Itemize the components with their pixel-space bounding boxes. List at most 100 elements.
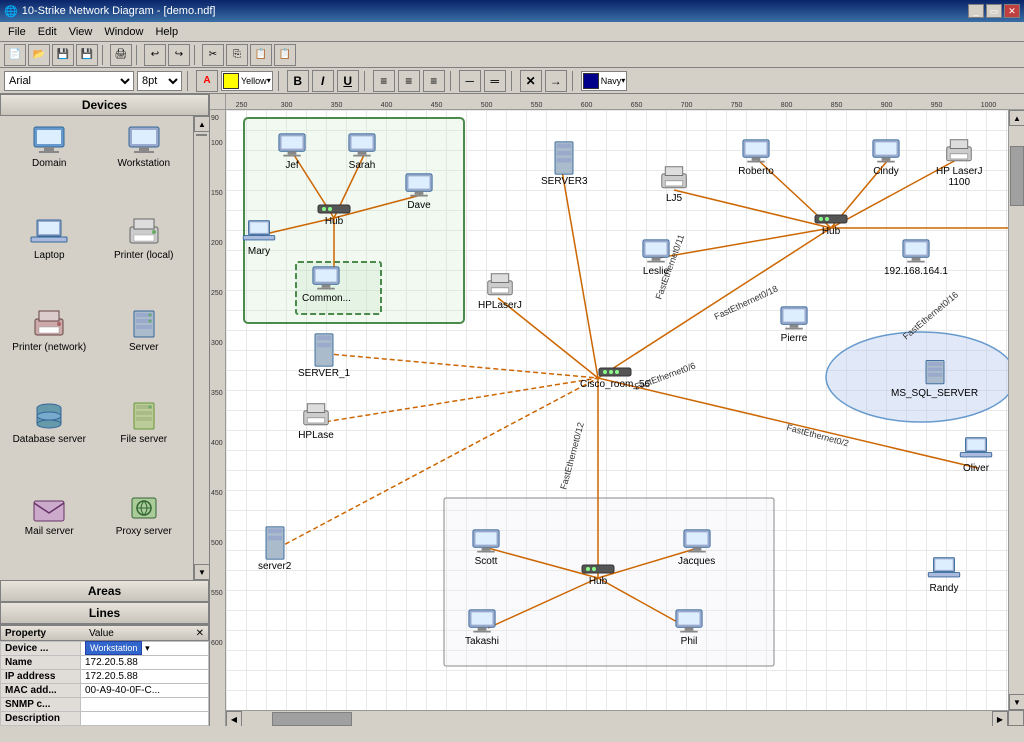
titlebar: 🌐 10-Strike Network Diagram - [demo.ndf]…: [0, 0, 1024, 22]
arrow-options-button[interactable]: →: [545, 70, 567, 92]
bold-button[interactable]: B: [287, 70, 309, 92]
redo-button[interactable]: ↪: [168, 44, 190, 66]
italic-button[interactable]: I: [312, 70, 334, 92]
fill-color-picker[interactable]: Yellow ▾: [221, 71, 273, 91]
device-workstation[interactable]: Workstation: [99, 120, 190, 208]
lines-header[interactable]: Lines: [0, 602, 209, 624]
prop-mac-value: 00-A9-40-0F-C...: [81, 684, 209, 698]
devices-scrollbar[interactable]: ▲ ▼: [193, 116, 209, 580]
save-button[interactable]: 💾: [52, 44, 74, 66]
underline-button[interactable]: U: [337, 70, 359, 92]
hscroll-right-button[interactable]: ▶: [992, 711, 1008, 726]
align-left-button[interactable]: ≡: [373, 70, 395, 92]
areas-header[interactable]: Areas: [0, 580, 209, 602]
prop-snmp-label: SNMP c...: [1, 698, 81, 712]
close-button[interactable]: ✕: [1004, 4, 1020, 18]
node-hub1[interactable]: Hub: [316, 202, 352, 227]
menu-window[interactable]: Window: [98, 24, 149, 40]
node-lj5[interactable]: LJ5: [656, 165, 692, 204]
node-sarah[interactable]: Sarah: [344, 132, 380, 171]
font-select[interactable]: Arial: [4, 71, 134, 91]
node-leslie[interactable]: Leslie: [638, 238, 674, 277]
device-printer-local[interactable]: Printer (local): [99, 212, 190, 300]
minimize-button[interactable]: _: [968, 4, 984, 18]
paste2-button[interactable]: 📋: [274, 44, 296, 66]
node-ip192[interactable]: 192.168.164.1: [884, 238, 948, 277]
scroll-up-button[interactable]: ▲: [194, 116, 209, 132]
new-button[interactable]: 📄: [4, 44, 26, 66]
node-hub2[interactable]: Hub: [813, 212, 849, 237]
text-color-picker[interactable]: Navy ▾: [581, 71, 628, 91]
node-ms-sql[interactable]: MS_SQL_SERVER: [891, 358, 978, 399]
devices-header[interactable]: Devices: [0, 94, 209, 116]
hscroll-thumb[interactable]: [272, 712, 352, 726]
node-server3[interactable]: SERVER3: [541, 140, 588, 187]
node-dave[interactable]: Dave: [401, 172, 437, 211]
device-type-dropdown[interactable]: ▾: [145, 643, 150, 653]
device-mailserver[interactable]: Mail server: [4, 488, 95, 576]
open-button[interactable]: 📂: [28, 44, 50, 66]
device-fileserver[interactable]: File server: [99, 396, 190, 484]
node-randy[interactable]: Randy: [926, 555, 962, 594]
menu-help[interactable]: Help: [149, 24, 184, 40]
paste-button[interactable]: 📋: [250, 44, 272, 66]
text-color-dropdown-icon: ▾: [621, 76, 625, 85]
menu-edit[interactable]: Edit: [32, 24, 63, 40]
vscroll-up-button[interactable]: ▲: [1009, 110, 1024, 126]
copy-button[interactable]: ⎘: [226, 44, 248, 66]
node-roberto[interactable]: Roberto: [738, 138, 774, 177]
menu-file[interactable]: File: [2, 24, 32, 40]
node-pierre[interactable]: Pierre: [776, 305, 812, 344]
saveas-button[interactable]: 💾: [76, 44, 98, 66]
device-proxyserver[interactable]: Proxy server: [99, 488, 190, 576]
node-server2[interactable]: server2: [258, 525, 291, 572]
device-server[interactable]: Server: [99, 304, 190, 392]
node-common[interactable]: Common...: [302, 265, 351, 304]
node-hub1-label: Hub: [325, 216, 343, 227]
menu-view[interactable]: View: [63, 24, 99, 40]
device-laptop[interactable]: Laptop: [4, 212, 95, 300]
node-hplase[interactable]: HPLase: [298, 402, 334, 441]
device-printer-network[interactable]: Printer (network): [4, 304, 95, 392]
node-server1[interactable]: SERVER_1: [298, 332, 350, 379]
node-cisco56[interactable]: Cisco_room_56: [580, 365, 650, 390]
undo-button[interactable]: ↩: [144, 44, 166, 66]
device-database[interactable]: Database server: [4, 396, 95, 484]
align-center-button[interactable]: ≡: [398, 70, 420, 92]
print-button[interactable]: 🖨: [110, 44, 132, 66]
hscroll-left-button[interactable]: ◀: [226, 711, 242, 726]
node-hp-laserj-1100[interactable]: HP LaserJ1100: [936, 138, 983, 188]
line-style2-button[interactable]: ═: [484, 70, 506, 92]
vscroll-down-button[interactable]: ▼: [1009, 694, 1024, 710]
node-oliver[interactable]: Oliver: [958, 435, 994, 474]
device-domain[interactable]: Domain: [4, 120, 95, 208]
prop-close-icon[interactable]: ✕: [196, 628, 204, 639]
node-cindy[interactable]: Cindy: [868, 138, 904, 177]
node-hp-laserj-label: HP LaserJ1100: [936, 166, 983, 188]
cut-button[interactable]: ✂: [202, 44, 224, 66]
align-right-button[interactable]: ≡: [423, 70, 445, 92]
node-server3-label: SERVER3: [541, 176, 588, 187]
vertical-scrollbar[interactable]: ▲ ▼: [1008, 110, 1024, 710]
canvas-diagram[interactable]: FastEthernet0/11 FastEthernet0/6 FastEth…: [226, 110, 1024, 726]
canvas-area[interactable]: 250 300 350 400 450 500 550 600 650 700 …: [210, 94, 1024, 726]
node-mary[interactable]: Mary: [241, 218, 277, 257]
node-scott[interactable]: Scott: [468, 528, 504, 567]
restore-button[interactable]: ▭: [986, 4, 1002, 18]
horizontal-scrollbar[interactable]: ◀ ▶: [226, 710, 1008, 726]
more-options-button[interactable]: ✕: [520, 70, 542, 92]
text-color-button[interactable]: A: [196, 70, 218, 92]
node-phil[interactable]: Phil: [671, 608, 707, 647]
scroll-down-button[interactable]: ▼: [194, 564, 209, 580]
line-style1-button[interactable]: ─: [459, 70, 481, 92]
size-select[interactable]: 8pt: [137, 71, 182, 91]
laptop-icon: [29, 216, 69, 248]
node-jacques[interactable]: Jacques: [678, 528, 715, 567]
node-hub3[interactable]: Hub: [580, 562, 616, 587]
vscroll-track[interactable]: [1009, 126, 1024, 694]
hscroll-track[interactable]: [242, 711, 992, 726]
node-takashi[interactable]: Takashi: [464, 608, 500, 647]
vscroll-thumb[interactable]: [1010, 146, 1024, 206]
node-jef[interactable]: Jef: [274, 132, 310, 171]
node-hplaserj[interactable]: HPLaserJ: [478, 272, 522, 311]
